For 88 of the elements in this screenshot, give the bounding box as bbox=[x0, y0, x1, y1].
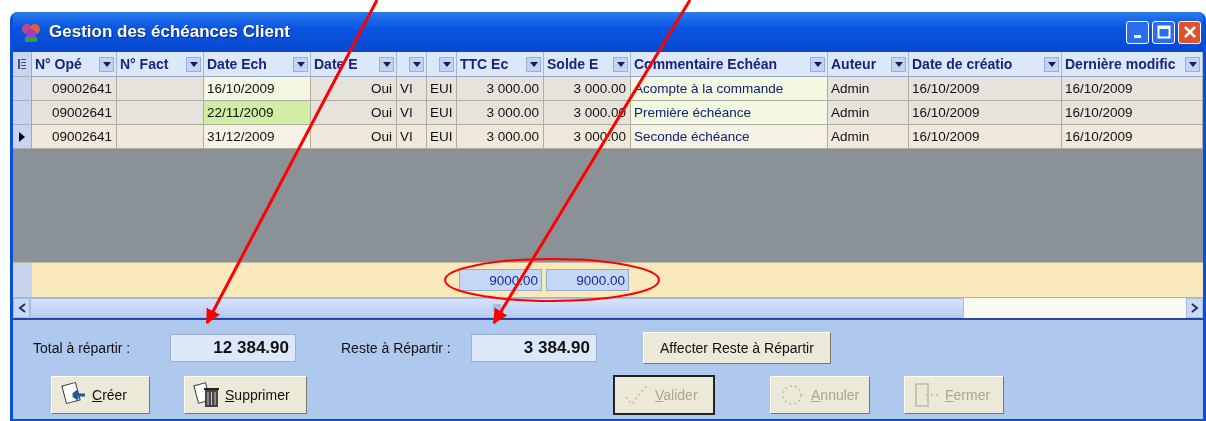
caret-icon bbox=[189, 61, 198, 67]
action-button[interactable]: Créer bbox=[51, 376, 150, 414]
field-label: Total à répartir : bbox=[33, 340, 132, 356]
field-label: Reste à Répartir : bbox=[341, 340, 452, 356]
table-cell: 16/10/2009 bbox=[909, 77, 1062, 101]
table-cell: VI bbox=[397, 101, 427, 125]
caret-icon bbox=[442, 61, 451, 67]
table-cell: Oui bbox=[311, 101, 397, 125]
column-header[interactable]: Solde E bbox=[544, 52, 631, 77]
dropdown-button[interactable] bbox=[293, 56, 308, 72]
column-header[interactable] bbox=[397, 52, 427, 77]
close-button[interactable] bbox=[1178, 20, 1201, 44]
dropdown-button[interactable] bbox=[1044, 56, 1059, 72]
dropdown-button[interactable] bbox=[526, 56, 541, 72]
minimize-button[interactable] bbox=[1126, 20, 1149, 44]
table-cell: 3 000.00 bbox=[457, 77, 544, 101]
caret-icon bbox=[616, 61, 625, 67]
table-cell: 09002641 bbox=[32, 101, 117, 125]
caret-icon bbox=[1188, 61, 1197, 67]
action-button[interactable]: Supprimer bbox=[184, 376, 307, 414]
maximize-icon bbox=[1156, 25, 1171, 39]
table-cell: Première échéance bbox=[631, 101, 828, 125]
dropdown-button[interactable] bbox=[810, 56, 825, 72]
maximize-button[interactable] bbox=[1152, 20, 1175, 44]
column-header[interactable]: N° Opé bbox=[32, 52, 117, 77]
column-header[interactable]: TTC Ec bbox=[457, 52, 544, 77]
total-cell: 9000.00 bbox=[546, 269, 629, 291]
table-cell: 16/10/2009 bbox=[1062, 125, 1203, 149]
table-cell: 16/10/2009 bbox=[909, 125, 1062, 149]
caret-icon bbox=[813, 61, 822, 67]
amount-field[interactable]: 3 384.90 bbox=[471, 334, 597, 362]
column-header[interactable] bbox=[427, 52, 457, 77]
table-cell: 16/10/2009 bbox=[204, 77, 311, 101]
table-cell: Oui bbox=[311, 77, 397, 101]
dropdown-button[interactable] bbox=[409, 56, 424, 72]
table-cell: EUI bbox=[427, 101, 457, 125]
row-indicator[interactable] bbox=[13, 125, 32, 149]
table-cell: Oui bbox=[311, 125, 397, 149]
column-header[interactable]: Dernière modific bbox=[1062, 52, 1203, 77]
caret-icon bbox=[529, 61, 538, 67]
flower-icon bbox=[19, 21, 43, 43]
column-header[interactable]: Date de créatio bbox=[909, 52, 1062, 77]
table-cell: VI bbox=[397, 125, 427, 149]
trash-can-icon bbox=[191, 381, 221, 409]
table-cell: 16/10/2009 bbox=[1062, 77, 1203, 101]
column-header[interactable]: Auteur bbox=[828, 52, 909, 77]
dropdown-button[interactable] bbox=[891, 56, 906, 72]
caret-icon bbox=[894, 61, 903, 67]
column-header[interactable]: Date Ech bbox=[204, 52, 311, 77]
amount-field[interactable]: 12 384.90 bbox=[170, 334, 296, 362]
close-icon bbox=[1182, 25, 1197, 39]
chevron-icon bbox=[1190, 303, 1199, 313]
dropdown-button[interactable] bbox=[186, 56, 201, 72]
minimize-icon bbox=[1134, 34, 1141, 38]
dropdown-button[interactable] bbox=[439, 56, 454, 72]
scroll-right-button[interactable] bbox=[1186, 298, 1203, 318]
table-cell: 09002641 bbox=[32, 77, 117, 101]
table-cell: 16/10/2009 bbox=[909, 101, 1062, 125]
table-cell: 3 000.00 bbox=[457, 125, 544, 149]
caret-icon bbox=[412, 61, 421, 67]
window-title: Gestion des échéances Client bbox=[49, 22, 291, 42]
caret-icon bbox=[1047, 61, 1056, 67]
table-cell: Admin bbox=[828, 125, 909, 149]
chevron-icon bbox=[17, 303, 26, 313]
column-header[interactable]: N° Fact bbox=[117, 52, 204, 77]
caret-icon bbox=[382, 61, 391, 67]
table-cell: VI bbox=[397, 77, 427, 101]
caret-icon bbox=[296, 61, 305, 67]
table-cell: 09002641 bbox=[32, 125, 117, 149]
column-chooser-icon bbox=[18, 59, 26, 69]
table-cell: 3 000.00 bbox=[544, 77, 631, 101]
table-cell: Admin bbox=[828, 101, 909, 125]
dropdown-button[interactable] bbox=[1185, 56, 1200, 72]
scrollbar-thumb[interactable] bbox=[30, 298, 964, 318]
dropdown-button[interactable] bbox=[613, 56, 628, 72]
table-cell: 16/10/2009 bbox=[1062, 101, 1203, 125]
table-cell: 22/11/2009 bbox=[204, 101, 311, 125]
dropdown-button[interactable] bbox=[379, 56, 394, 72]
table-cell: Seconde échéance bbox=[631, 125, 828, 149]
table-cell: EUI bbox=[427, 77, 457, 101]
table-cell: 3 000.00 bbox=[457, 101, 544, 125]
table-cell: EUI bbox=[427, 125, 457, 149]
caret-icon bbox=[102, 61, 111, 67]
scroll-left-button[interactable] bbox=[13, 298, 30, 318]
dropdown-button[interactable] bbox=[99, 56, 114, 72]
table-cell: 31/12/2009 bbox=[204, 125, 311, 149]
assign-button[interactable]: Affecter Reste à Répartir bbox=[643, 332, 831, 364]
table-cell: Admin bbox=[828, 77, 909, 101]
